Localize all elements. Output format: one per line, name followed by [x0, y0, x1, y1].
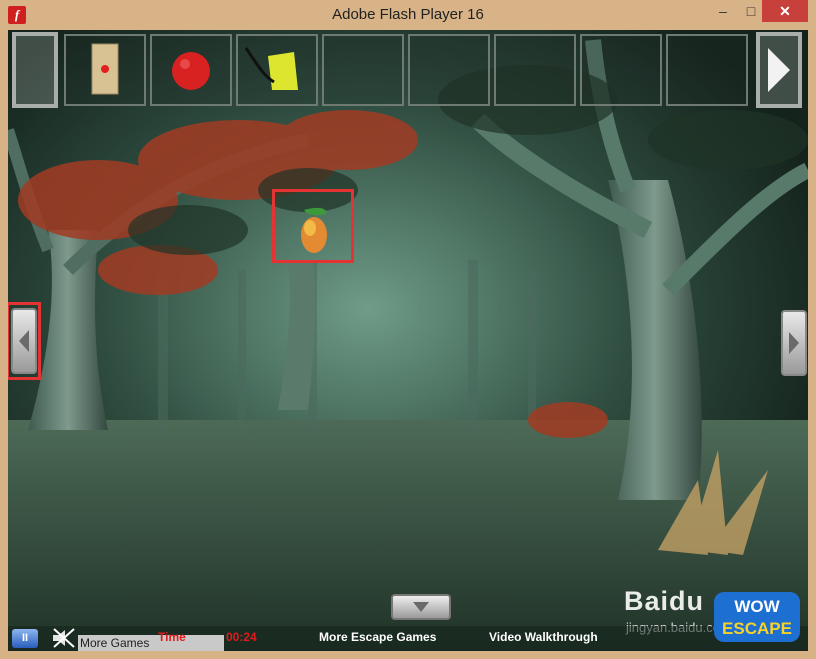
inventory-slot-8[interactable]	[666, 34, 748, 106]
left-arrow-highlight-box	[8, 302, 41, 380]
chevron-right-icon	[789, 332, 799, 354]
inventory-slot-6[interactable]	[494, 34, 576, 106]
inventory-bar	[8, 30, 808, 110]
chevron-right-icon	[768, 48, 790, 92]
more-games-button[interactable]: More Games	[78, 635, 224, 651]
close-button[interactable]: ✕	[762, 0, 808, 22]
mute-sound-icon[interactable]	[50, 627, 76, 649]
game-viewport: Baidu jingyan.baidu.com II More Games Ti…	[8, 30, 808, 651]
inventory-slot-4[interactable]	[322, 34, 404, 106]
pause-button[interactable]: II	[12, 629, 38, 648]
go-back-button[interactable]	[391, 594, 451, 620]
mango-highlight-box	[272, 189, 354, 263]
time-label: Time	[158, 630, 186, 644]
window-title: Adobe Flash Player 16	[332, 6, 484, 23]
inventory-slot-1[interactable]	[64, 34, 146, 106]
logo-wow-text: WOW	[734, 597, 780, 616]
inventory-slot-7[interactable]	[580, 34, 662, 106]
inventory-slot-5[interactable]	[408, 34, 490, 106]
inventory-slot-2[interactable]	[150, 34, 232, 106]
yellow-object-icon	[244, 47, 298, 90]
turn-right-button[interactable]	[781, 310, 807, 376]
bottom-bar: II More Games Time 00:24 More Escape Gam…	[8, 626, 808, 651]
red-ball-icon	[172, 52, 210, 90]
logo-escape-text: ESCAPE	[722, 619, 792, 638]
flash-player-window: f Adobe Flash Player 16 – □ ✕ Baidu II M…	[0, 0, 816, 659]
door-panel-icon	[91, 43, 119, 95]
title-bar[interactable]: f Adobe Flash Player 16 – □ ✕	[0, 0, 816, 30]
maximize-button[interactable]: □	[737, 0, 765, 22]
baidu-logo: Baidu	[624, 586, 705, 616]
inventory-scroll-left-button[interactable]	[12, 32, 58, 108]
forest-scene	[8, 30, 808, 651]
inventory-slot-3[interactable]	[236, 34, 318, 106]
video-walkthrough-link[interactable]: Video Walkthrough	[489, 630, 598, 644]
wow-escape-logo[interactable]: WOW ESCAPE	[712, 590, 802, 644]
inventory-scroll-right-button[interactable]	[756, 32, 802, 108]
time-value: 00:24	[226, 630, 257, 644]
chevron-down-icon	[413, 602, 429, 612]
more-escape-games-link[interactable]: More Escape Games	[319, 630, 436, 644]
minimize-button[interactable]: –	[709, 0, 737, 22]
